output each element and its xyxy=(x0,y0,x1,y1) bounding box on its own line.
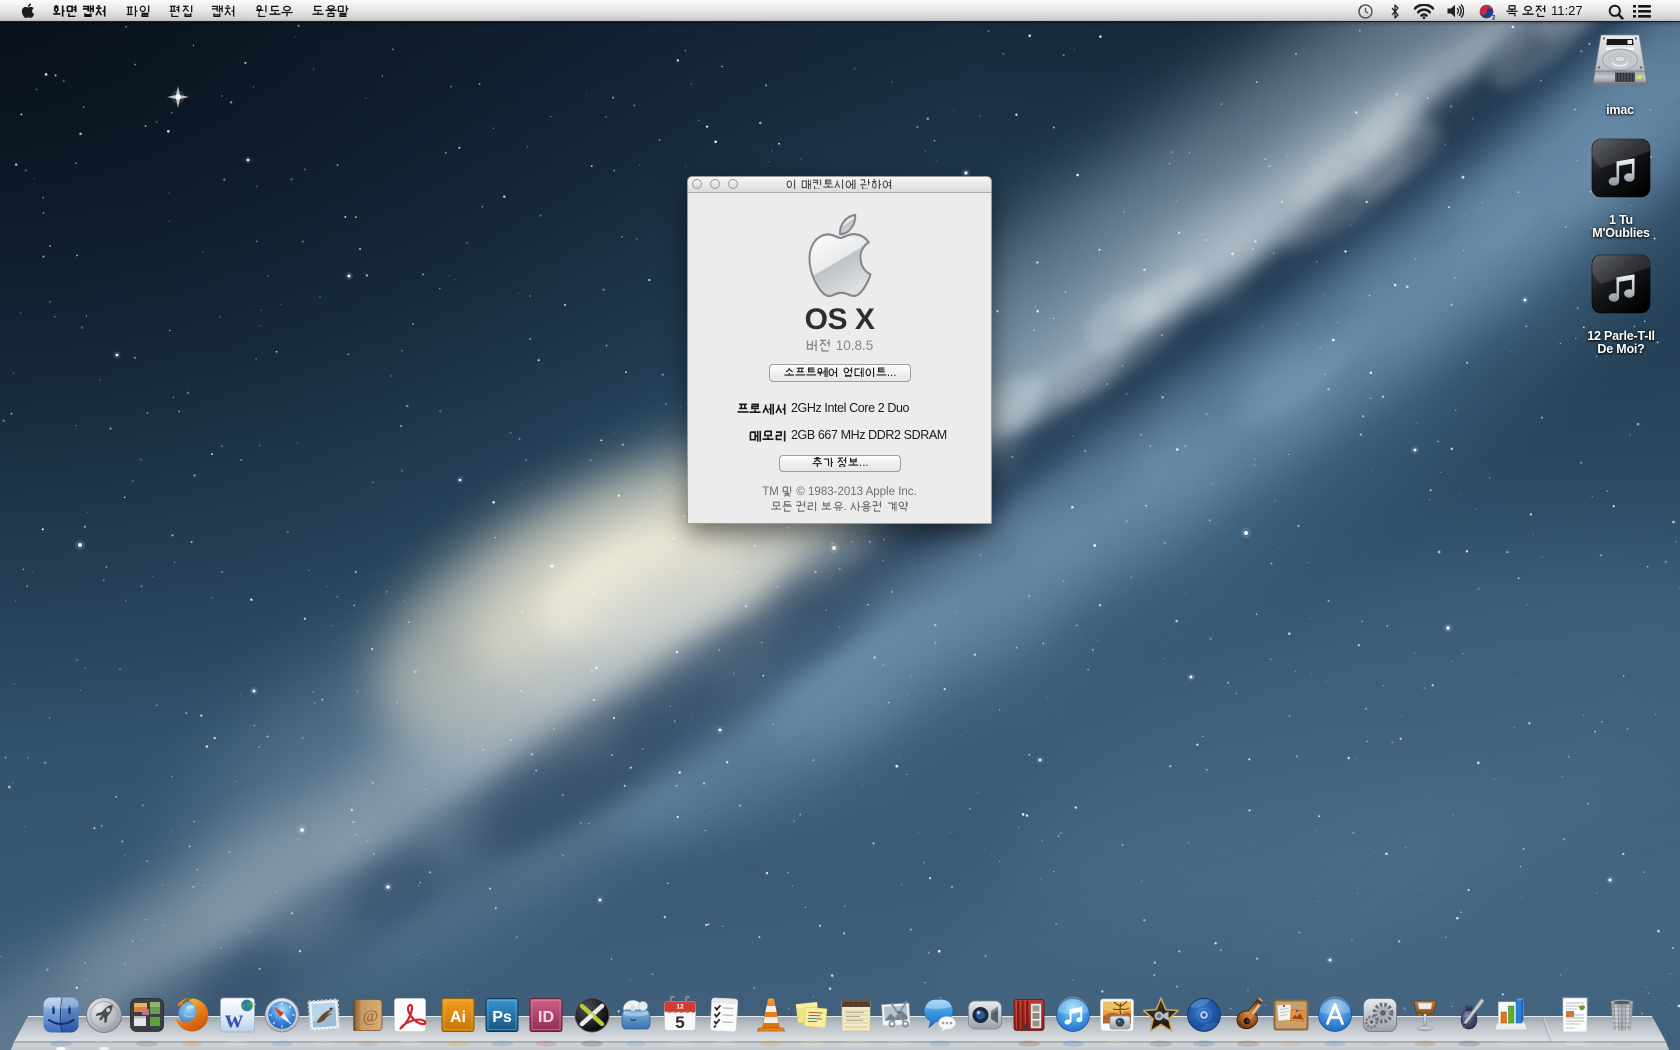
svg-text:12: 12 xyxy=(676,1004,684,1011)
svg-text:Ps: Ps xyxy=(492,1009,512,1026)
svg-text:2: 2 xyxy=(1492,14,1495,20)
svg-text:Ai: Ai xyxy=(450,1009,466,1026)
svg-text:ID: ID xyxy=(538,1009,554,1026)
svg-text:@: @ xyxy=(363,1007,379,1026)
svg-text:w: w xyxy=(225,1006,243,1033)
svg-text:5: 5 xyxy=(675,1013,684,1032)
